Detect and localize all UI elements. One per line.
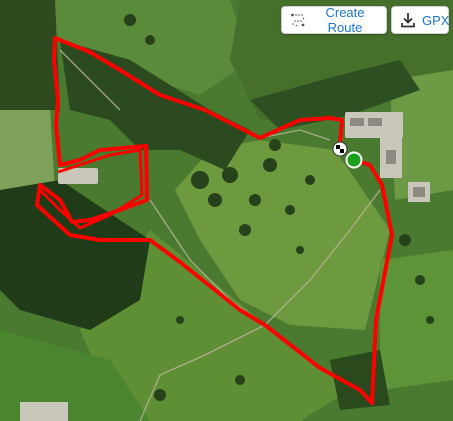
- map-imagery: [0, 0, 453, 421]
- satellite-map[interactable]: Create Route GPX: [0, 0, 453, 421]
- gpx-download-button[interactable]: GPX: [391, 6, 449, 34]
- create-route-label: Create Route: [325, 5, 365, 35]
- finish-dot-icon[interactable]: [345, 151, 363, 169]
- field-east: [380, 250, 453, 390]
- woodland-nw: [0, 0, 60, 110]
- map-toolbar: Create Route GPX: [281, 5, 449, 35]
- create-route-button[interactable]: Create Route: [281, 5, 387, 35]
- route-dots-icon: [290, 12, 306, 28]
- gpx-label: GPX: [422, 12, 450, 28]
- download-icon: [400, 12, 416, 28]
